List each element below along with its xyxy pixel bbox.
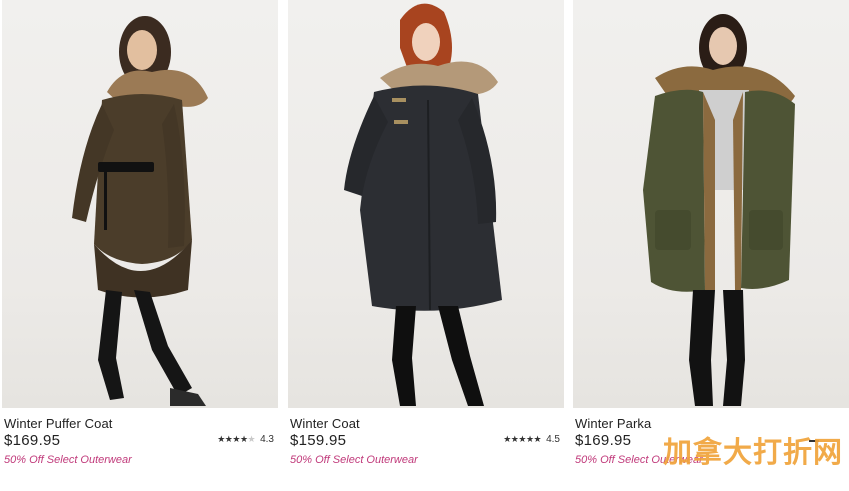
star-icon: ★: [239, 434, 248, 444]
product-image[interactable]: [288, 0, 564, 408]
product-card[interactable]: Winter Coat $159.95 ★ ★ ★ ★ ★ 4.5 50% Off Se…: [288, 0, 564, 491]
rating-value: 4.5: [546, 434, 560, 445]
promo-link[interactable]: 50% Off Select Outerwear: [4, 454, 132, 466]
product-rating[interactable]: ★ ★ ★ ★ ★ 4.5: [503, 434, 560, 445]
product-grid: Winter Puffer Coat $169.95 ★ ★ ★ ★ ★ 4.3 50%…: [0, 0, 849, 491]
product-rating[interactable]: ★ ★ ★ ★ ★ 4.3: [217, 434, 274, 445]
product-card[interactable]: Winter Puffer Coat $169.95 ★ ★ ★ ★ ★ 4.3 50%…: [2, 0, 278, 491]
product-image[interactable]: [573, 0, 849, 408]
star-icon: ★: [217, 434, 225, 444]
star-icon: ★: [503, 434, 511, 444]
product-name[interactable]: Winter Puffer Coat: [4, 416, 113, 431]
star-icon: ★: [518, 434, 526, 444]
product-price: $159.95: [290, 432, 347, 449]
rating-value: 4.3: [260, 434, 274, 445]
watermark-logo: 加拿大打折网: [662, 435, 843, 469]
star-icon: ★: [533, 434, 542, 444]
star-icon: ★: [247, 434, 256, 444]
product-name[interactable]: Winter Coat: [290, 416, 360, 431]
rating-stars-icon: ★ ★ ★ ★ ★: [503, 435, 541, 444]
star-icon: ★: [232, 434, 240, 444]
product-price: $169.95: [4, 432, 61, 449]
product-card[interactable]: Winter Parka $169.95 50% Off Select Oute…: [573, 0, 849, 491]
star-icon: ★: [224, 434, 233, 444]
product-name[interactable]: Winter Parka: [575, 416, 651, 431]
rating-stars-icon: ★ ★ ★ ★ ★: [217, 435, 255, 444]
product-price: $169.95: [575, 432, 632, 449]
promo-link[interactable]: 50% Off Select Outerwear: [290, 454, 418, 466]
product-image[interactable]: [2, 0, 278, 408]
star-icon: ★: [510, 434, 519, 444]
star-icon: ★: [525, 434, 534, 444]
